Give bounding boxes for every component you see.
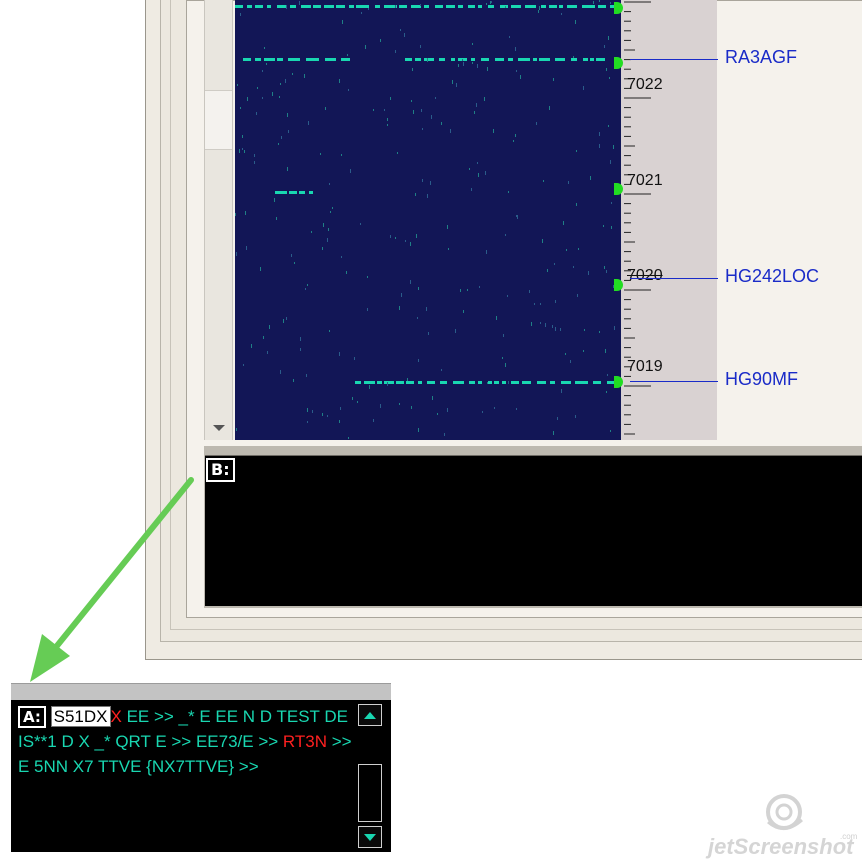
camera-lens-icon [766,794,803,830]
watermark: jetScreenshot .com [700,792,862,866]
decoded-text: A: S51DX X EE >> _* E EE N D TEST DE IS**… [18,704,356,779]
down-arrow-icon[interactable] [358,826,382,848]
decoded-segment: RT3N [282,732,328,751]
channel-tag-a: A: [18,706,46,728]
decoder-panel-a[interactable]: A: S51DX X EE >> _* E EE N D TEST DE IS**… [11,700,391,852]
watermark-suffix: .com [840,832,858,841]
decoded-callsign[interactable]: S51DX [50,706,111,727]
decoded-segment: X [110,707,122,726]
panel-a-scroll-track[interactable] [358,764,382,822]
panel-a-scrollbar[interactable] [358,704,384,848]
up-arrow-icon[interactable] [358,704,382,726]
decoder-panel-a-titlebar [11,683,391,701]
watermark-text: jetScreenshot [708,834,854,859]
